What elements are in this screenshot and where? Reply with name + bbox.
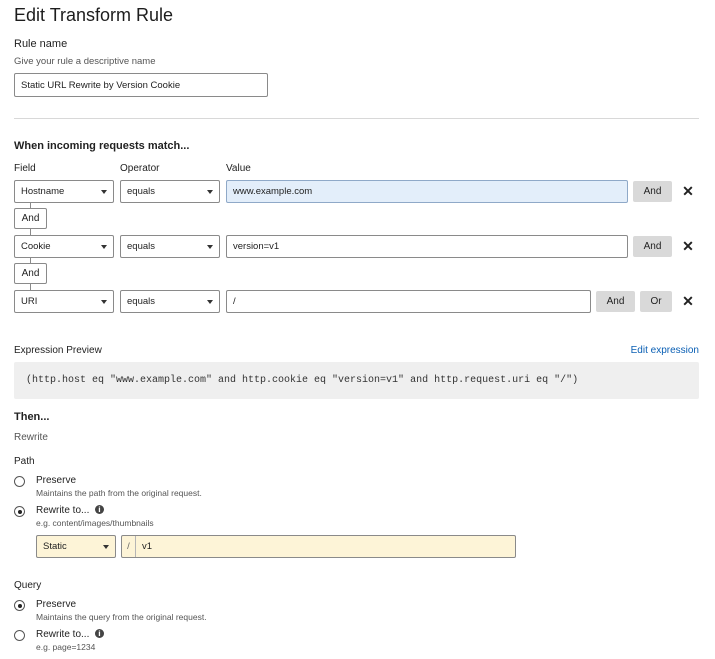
path-rewrite-radio[interactable] — [14, 506, 25, 517]
match-heading: When incoming requests match... — [14, 140, 190, 152]
rule-name-label: Rule name — [14, 38, 68, 50]
path-rewrite-type-value: Static — [43, 541, 67, 552]
rule-name-help: Give your rule a descriptive name — [14, 56, 156, 67]
info-icon[interactable]: i — [95, 629, 104, 638]
page-title: Edit Transform Rule — [14, 5, 174, 25]
path-label: Path — [14, 456, 35, 467]
chevron-down-icon — [103, 544, 109, 549]
or-button[interactable]: Or — [640, 291, 672, 312]
connector-and-button[interactable]: And — [14, 208, 47, 229]
value-input-cookie[interactable]: version=v1 — [226, 235, 628, 258]
info-icon[interactable]: i — [95, 505, 104, 514]
operator-select[interactable]: equals — [120, 180, 220, 203]
chevron-down-icon — [101, 299, 107, 304]
edit-expression-link[interactable]: Edit expression — [622, 345, 699, 356]
query-preserve-radio[interactable] — [14, 600, 25, 611]
query-preserve-label: Preserve — [36, 599, 77, 610]
expression-code: (http.host eq "www.example.com" and http… — [26, 375, 579, 386]
operator-select-value: equals — [127, 186, 155, 197]
rule-name-input[interactable]: Static URL Rewrite by Version Cookie — [14, 73, 268, 97]
close-icon[interactable]: ✕ — [680, 291, 696, 312]
query-rewrite-help: e.g. page=1234 — [36, 642, 96, 652]
and-button[interactable]: And — [633, 181, 672, 202]
field-select-value: URI — [21, 296, 38, 307]
chevron-down-icon — [207, 244, 213, 249]
operator-select-value: equals — [127, 296, 155, 307]
path-rewrite-value: v1 — [142, 541, 153, 552]
value-input-uri[interactable]: / — [226, 290, 591, 313]
col-field-label: Field — [14, 163, 36, 174]
and-button[interactable]: And — [596, 291, 635, 312]
field-select-value: Cookie — [21, 241, 51, 252]
chevron-down-icon — [207, 189, 213, 194]
value-input-hostname[interactable]: www.example.com — [226, 180, 628, 203]
path-preserve-radio[interactable] — [14, 476, 25, 487]
field-select-value: Hostname — [21, 186, 65, 197]
expression-preview-label: Expression Preview — [14, 345, 102, 356]
connector-and-button[interactable]: And — [14, 263, 47, 284]
then-heading: Then... — [14, 411, 50, 423]
path-rewrite-type-select[interactable]: Static — [36, 535, 116, 558]
path-preserve-help: Maintains the path from the original req… — [36, 488, 202, 498]
chevron-down-icon — [207, 299, 213, 304]
chevron-down-icon — [101, 189, 107, 194]
and-button[interactable]: And — [633, 236, 672, 257]
operator-select[interactable]: equals — [120, 290, 220, 313]
divider — [14, 118, 699, 119]
operator-select[interactable]: equals — [120, 235, 220, 258]
expression-preview-box: (http.host eq "www.example.com" and http… — [14, 362, 699, 399]
value-input-value: / — [233, 296, 236, 307]
query-preserve-help: Maintains the query from the original re… — [36, 612, 207, 622]
path-rewrite-input[interactable]: / v1 — [121, 535, 516, 558]
query-rewrite-radio[interactable] — [14, 630, 25, 641]
path-preserve-label: Preserve — [36, 475, 77, 486]
field-select-hostname[interactable]: Hostname — [14, 180, 114, 203]
value-input-value: www.example.com — [233, 186, 313, 197]
path-rewrite-help: e.g. content/images/thumbnails — [36, 518, 154, 528]
query-rewrite-label: Rewrite to... — [36, 629, 90, 640]
field-select-cookie[interactable]: Cookie — [14, 235, 114, 258]
close-icon[interactable]: ✕ — [680, 181, 696, 202]
rule-name-value: Static URL Rewrite by Version Cookie — [21, 79, 181, 91]
close-icon[interactable]: ✕ — [680, 236, 696, 257]
path-prefix: / — [122, 536, 136, 557]
value-input-value: version=v1 — [233, 241, 280, 252]
then-action: Rewrite — [14, 432, 48, 443]
col-value-label: Value — [226, 163, 251, 174]
field-select-uri[interactable]: URI — [14, 290, 114, 313]
col-operator-label: Operator — [120, 163, 160, 174]
path-rewrite-label: Rewrite to... — [36, 505, 90, 516]
query-label: Query — [14, 580, 42, 591]
operator-select-value: equals — [127, 241, 155, 252]
chevron-down-icon — [101, 244, 107, 249]
